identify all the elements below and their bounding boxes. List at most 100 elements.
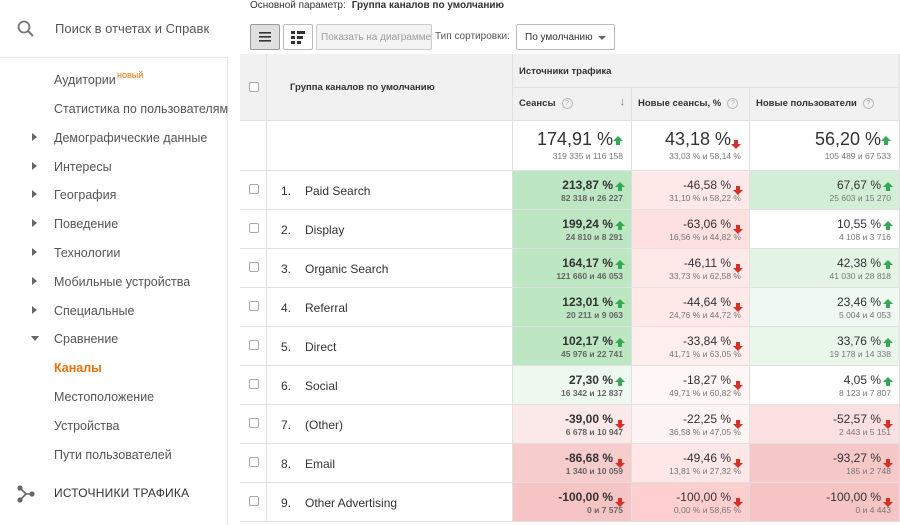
table-row[interactable]: 5. Direct xyxy=(267,327,513,366)
collapsed-arrow-icon[interactable] xyxy=(32,133,37,141)
sidebar-item-devices[interactable]: Устройства xyxy=(0,415,228,439)
sidebar-item-interests[interactable]: Интересы xyxy=(0,156,228,180)
sidebar-search[interactable]: Поиск в отчетах и Справк xyxy=(0,0,228,58)
show-on-chart-button[interactable]: Показать на диаграмме xyxy=(316,24,432,50)
table-row[interactable]: 9. Other Advertising xyxy=(267,483,513,522)
table-row[interactable]: 4. Referral xyxy=(267,288,513,327)
row-checkbox[interactable] xyxy=(249,496,259,506)
metric-cell-sessions: 164,17 % 121 660 и 46 053 xyxy=(513,249,632,288)
sort-type-label: Тип сортировки: xyxy=(435,31,510,42)
collapsed-arrow-icon[interactable] xyxy=(32,162,37,170)
metric-cell-new-users: 42,38 % 41 030 и 28 818 xyxy=(750,249,900,288)
channel-link[interactable]: Email xyxy=(305,457,335,471)
channel-link[interactable]: Referral xyxy=(305,301,348,315)
sidebar-item-audiences[interactable]: Аудитории новый xyxy=(0,69,228,93)
search-icon xyxy=(17,20,34,37)
collapsed-arrow-icon[interactable] xyxy=(32,219,37,227)
table-row[interactable]: 6. Social xyxy=(267,366,513,405)
dimension-header-label: Группа каналов по умолчанию xyxy=(290,82,435,93)
collapsed-arrow-icon[interactable] xyxy=(32,248,37,256)
help-icon[interactable]: ? xyxy=(862,98,874,109)
sort-desc-icon[interactable]: ↓ xyxy=(620,96,626,108)
totals-sessions: 174,91 % 319 335 и 116 158 xyxy=(513,121,632,171)
metric-comparison: 8 123 и 7 807 xyxy=(838,388,891,398)
table-row[interactable]: 8. Email xyxy=(267,444,513,483)
table-row[interactable]: 3. Organic Search xyxy=(267,249,513,288)
traffic-sources-icon xyxy=(17,485,35,503)
table-row[interactable]: 7. (Other) xyxy=(267,405,513,444)
sidebar-section-traffic-sources[interactable]: ИСТОЧНИКИ ТРАФИКА xyxy=(0,478,228,508)
increase-arrow-icon xyxy=(881,136,891,145)
group-header: Источники трафика xyxy=(513,54,900,88)
sidebar-item-geo[interactable]: География xyxy=(0,184,228,208)
sidebar-item-users-flow[interactable]: Пути пользователей xyxy=(0,444,228,468)
help-icon[interactable]: ? xyxy=(727,98,739,109)
channel-link[interactable]: Display xyxy=(305,223,344,237)
row-checkbox[interactable] xyxy=(249,301,259,311)
metric-cell-new-users: 4,05 % 8 123 и 7 807 xyxy=(750,366,900,405)
column-header-new-sessions[interactable]: Новые сеансы, %? xyxy=(632,88,750,121)
sidebar-item-behavior[interactable]: Поведение xyxy=(0,213,228,237)
sidebar-item-custom[interactable]: Специальные xyxy=(0,300,228,324)
collapsed-arrow-icon[interactable] xyxy=(32,190,37,198)
sidebar-item-technology[interactable]: Технологии xyxy=(0,242,228,266)
expanded-arrow-icon[interactable] xyxy=(31,336,39,341)
sidebar-item-demographics[interactable]: Демографические данные xyxy=(0,127,228,151)
totals-comparison: 33,03 % и 58,14 % xyxy=(669,151,741,161)
row-checkbox[interactable] xyxy=(249,184,259,194)
row-checkbox[interactable] xyxy=(249,262,259,272)
table-row[interactable]: 1. Paid Search xyxy=(267,171,513,210)
metric-cell-new-sessions: -46,11 % 33,73 % и 62,58 % xyxy=(632,249,750,288)
row-checkbox[interactable] xyxy=(249,223,259,233)
sidebar-item-label: Устройства xyxy=(54,419,120,433)
increase-arrow-icon xyxy=(883,299,893,308)
sidebar-item-label: География xyxy=(54,188,117,202)
sidebar-item-benchmarking[interactable]: Сравнение xyxy=(0,328,228,352)
dimension-header[interactable]: Группа каналов по умолчанию xyxy=(267,54,513,121)
sidebar-item-user-explorer[interactable]: Статистика по пользователям xyxy=(0,98,228,122)
table-view-icon xyxy=(259,32,271,42)
metric-value: -93,27 % xyxy=(832,451,881,465)
metric-cell-sessions: 123,01 % 20 211 и 9 063 xyxy=(513,288,632,327)
collapsed-arrow-icon[interactable] xyxy=(32,306,37,314)
sidebar-item-location[interactable]: Местоположение xyxy=(0,386,228,410)
metric-comparison: 41 030 и 28 818 xyxy=(829,271,891,281)
metric-value: 164,17 % xyxy=(562,256,613,270)
column-header-new-users[interactable]: Новые пользователи? xyxy=(750,88,900,121)
metric-cell-sessions: -86,68 % 1 340 и 10 059 xyxy=(513,444,632,483)
row-checkbox[interactable] xyxy=(249,379,259,389)
collapsed-arrow-icon[interactable] xyxy=(32,277,37,285)
channel-link[interactable]: Organic Search xyxy=(305,262,388,276)
row-checkbox[interactable] xyxy=(249,418,259,428)
row-checkbox-cell xyxy=(240,483,267,522)
help-icon[interactable]: ? xyxy=(561,98,573,109)
sidebar-item-channels[interactable]: Каналы xyxy=(0,357,228,381)
metric-comparison: 45 976 и 22 741 xyxy=(561,349,623,359)
row-checkbox-cell xyxy=(240,288,267,327)
increase-arrow-icon xyxy=(615,338,625,347)
channel-link[interactable]: Other Advertising xyxy=(305,496,397,510)
primary-dimension-value[interactable]: Группа каналов по умолчанию xyxy=(352,0,504,11)
totals-value: 174,91 % xyxy=(536,129,613,149)
search-input[interactable]: Поиск в отчетах и Справк xyxy=(55,21,209,36)
pivot-view-button[interactable] xyxy=(283,24,313,50)
row-index: 6. xyxy=(281,379,292,393)
table-row[interactable]: 2. Display xyxy=(267,210,513,249)
sort-type-value: По умолчанию xyxy=(525,32,593,43)
metric-comparison: 6 678 и 10 947 xyxy=(565,427,623,437)
channel-link[interactable]: (Other) xyxy=(305,418,343,432)
metric-cell-new-sessions: -49,46 % 13,81 % и 27,32 % xyxy=(632,444,750,483)
channel-link[interactable]: Direct xyxy=(305,340,336,354)
channel-link[interactable]: Paid Search xyxy=(305,184,370,198)
column-header-sessions[interactable]: Сеансы? ↓ xyxy=(513,88,632,121)
row-checkbox[interactable] xyxy=(249,340,259,350)
sidebar-item-label: Мобильные устройства xyxy=(54,275,191,289)
sort-type-select[interactable]: По умолчанию xyxy=(516,24,615,50)
sidebar-item-mobile[interactable]: Мобильные устройства xyxy=(0,271,228,295)
increase-arrow-icon xyxy=(883,338,893,347)
channel-link[interactable]: Social xyxy=(305,379,338,393)
metric-cell-new-users: 67,67 % 25 603 и 15 270 xyxy=(750,171,900,210)
table-view-button[interactable] xyxy=(250,24,280,50)
row-checkbox[interactable] xyxy=(249,457,259,467)
select-all-checkbox[interactable] xyxy=(249,82,259,92)
